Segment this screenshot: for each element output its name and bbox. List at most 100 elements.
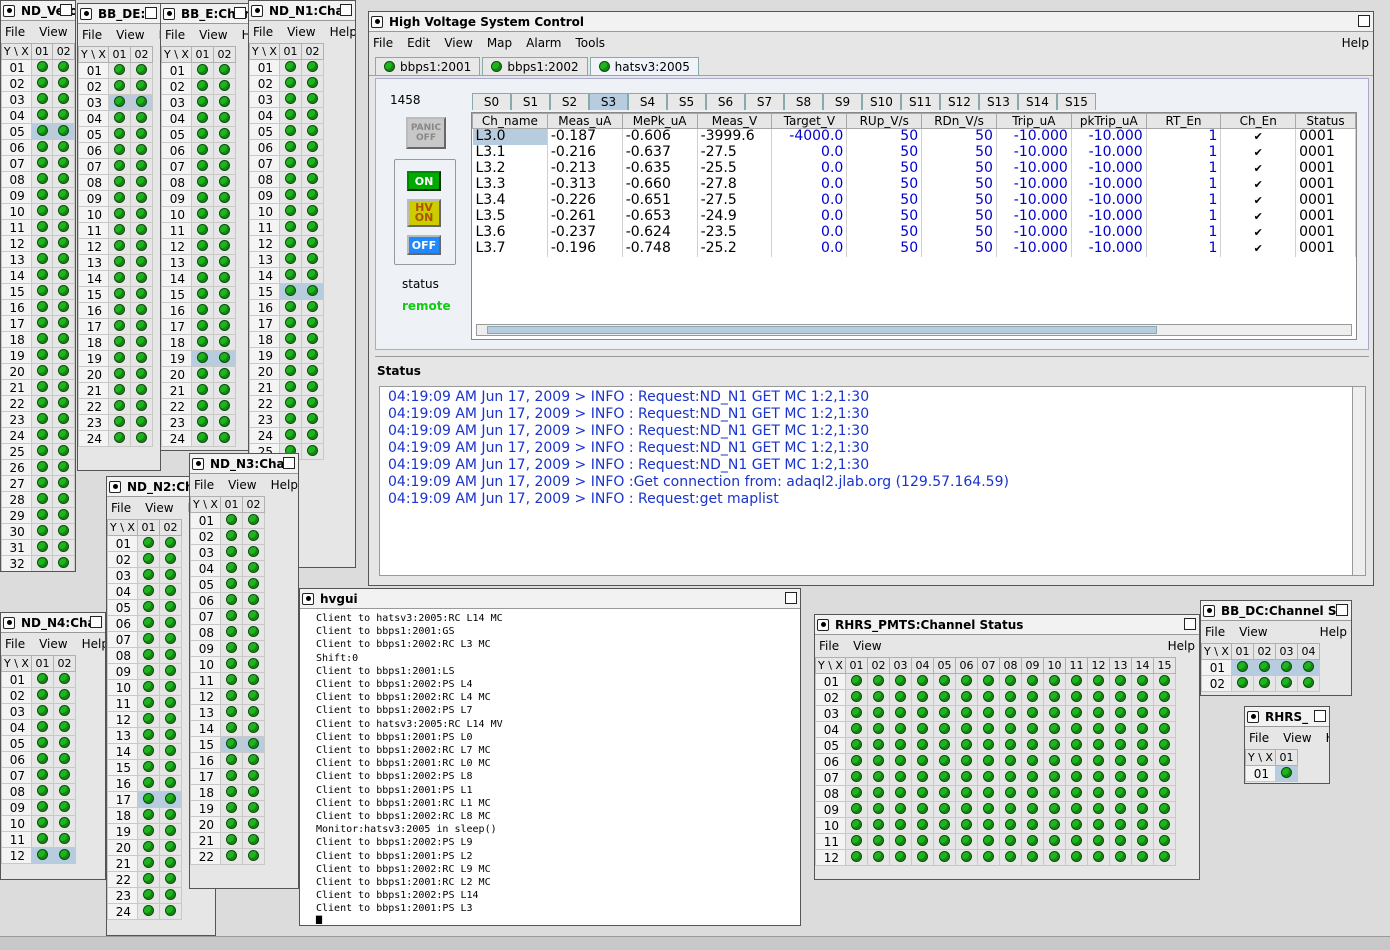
grid-cell[interactable] [31,671,54,688]
grid-cell[interactable] [159,631,182,648]
channel-cell[interactable]: L3.4 [472,192,548,209]
grid-cell[interactable] [1131,849,1154,866]
grid-cell[interactable] [1021,673,1044,690]
grid-cell[interactable] [999,737,1022,754]
grid-cell[interactable] [130,142,153,159]
grid-cell[interactable] [130,206,153,223]
grid-cell[interactable] [213,414,236,431]
grid-cell[interactable] [191,430,214,447]
slot-tab-s12[interactable]: S12 [940,93,979,110]
grid-cell[interactable] [845,849,868,866]
grid-cell[interactable] [159,583,182,600]
grid-cell[interactable] [279,219,302,236]
channel-cell[interactable]: 0001 [1295,176,1356,193]
grid-cell[interactable] [31,107,54,124]
channel-cell[interactable]: 50 [921,224,997,241]
channel-cell[interactable]: -27.5 [697,144,773,161]
grid-cell[interactable] [911,721,934,738]
grid-cell[interactable] [213,398,236,415]
grid-cell[interactable] [933,673,956,690]
grid-cell[interactable] [301,59,324,76]
grid-cell[interactable] [1043,817,1066,834]
column-header[interactable]: RT_En [1145,113,1222,129]
grid-cell[interactable] [301,331,324,348]
grid-cell[interactable] [1131,817,1154,834]
grid-cell[interactable] [1131,801,1154,818]
grid-cell[interactable] [220,720,243,737]
window-menu-icon[interactable] [1203,604,1215,617]
grid-cell[interactable] [191,222,214,239]
menu-item[interactable]: File [5,637,25,651]
grid-cell[interactable] [220,800,243,817]
grid-cell[interactable] [301,203,324,220]
grid-cell[interactable] [955,753,978,770]
grid-cell[interactable] [191,366,214,383]
grid-cell[interactable] [1021,753,1044,770]
grid-cell[interactable] [911,849,934,866]
grid-cell[interactable] [53,735,76,752]
grid-cell[interactable] [1065,769,1088,786]
grid-cell[interactable] [1087,817,1110,834]
maximize-icon[interactable] [234,7,246,19]
grid-cell[interactable] [955,801,978,818]
grid-cell[interactable] [31,91,54,108]
grid-cell[interactable] [1043,785,1066,802]
grid-cell[interactable] [242,832,265,849]
grid-cell[interactable] [279,123,302,140]
channel-cell[interactable]: -10.000 [1071,224,1147,241]
channel-cell[interactable]: 50 [846,208,923,225]
channel-cell[interactable]: ✔ [1220,160,1297,177]
horizontal-scrollbar[interactable] [476,324,1352,336]
grid-cell[interactable] [1297,675,1320,692]
grid-cell[interactable] [867,689,890,706]
grid-cell[interactable] [301,427,324,444]
grid-cell[interactable] [889,673,912,690]
channel-cell[interactable]: -10.000 [996,176,1072,193]
grid-cell[interactable] [1087,689,1110,706]
grid-cell[interactable] [955,817,978,834]
grid-cell[interactable] [53,703,76,720]
grid-cell[interactable] [955,721,978,738]
grid-cell[interactable] [130,62,153,79]
grid-cell[interactable] [213,302,236,319]
grid-cell[interactable] [1253,675,1276,692]
grid-cell[interactable] [242,720,265,737]
grid-cell[interactable] [137,615,160,632]
channel-cell[interactable]: 0001 [1295,224,1356,241]
grid-cell[interactable] [31,539,54,556]
grid-cell[interactable] [108,414,131,431]
grid-cell[interactable] [108,190,131,207]
channel-cell[interactable]: -10.000 [996,208,1072,225]
grid-cell[interactable] [159,551,182,568]
grid-cell[interactable] [889,785,912,802]
window-titlebar[interactable]: ND_N1:Cha [249,1,355,21]
grid-cell[interactable] [31,139,54,156]
grid-cell[interactable] [31,555,54,571]
slot-tab-s0[interactable]: S0 [472,93,511,110]
grid-cell[interactable] [1043,849,1066,866]
grid-cell[interactable] [108,142,131,159]
grid-cell[interactable] [31,751,54,768]
grid-cell[interactable] [1043,753,1066,770]
grid-cell[interactable] [31,703,54,720]
grid-cell[interactable] [955,849,978,866]
menu-item[interactable]: View [287,25,315,39]
grid-cell[interactable] [130,318,153,335]
grid-cell[interactable] [867,817,890,834]
grid-cell[interactable] [977,673,1000,690]
window-titlebar[interactable]: BB_DC:Channel St [1201,601,1351,621]
grid-cell[interactable] [242,528,265,545]
grid-cell[interactable] [220,656,243,673]
grid-cell[interactable] [1087,833,1110,850]
channel-cell[interactable]: -10.000 [1071,240,1147,257]
grid-cell[interactable] [191,238,214,255]
grid-cell[interactable] [845,785,868,802]
channel-cell[interactable]: -27.5 [697,192,773,209]
grid-cell[interactable] [108,222,131,239]
grid-cell[interactable] [1065,833,1088,850]
grid-cell[interactable] [130,78,153,95]
grid-cell[interactable] [279,235,302,252]
grid-cell[interactable] [137,775,160,792]
grid-cell[interactable] [1065,737,1088,754]
window-titlebar[interactable]: BB_DE:C [78,4,160,24]
